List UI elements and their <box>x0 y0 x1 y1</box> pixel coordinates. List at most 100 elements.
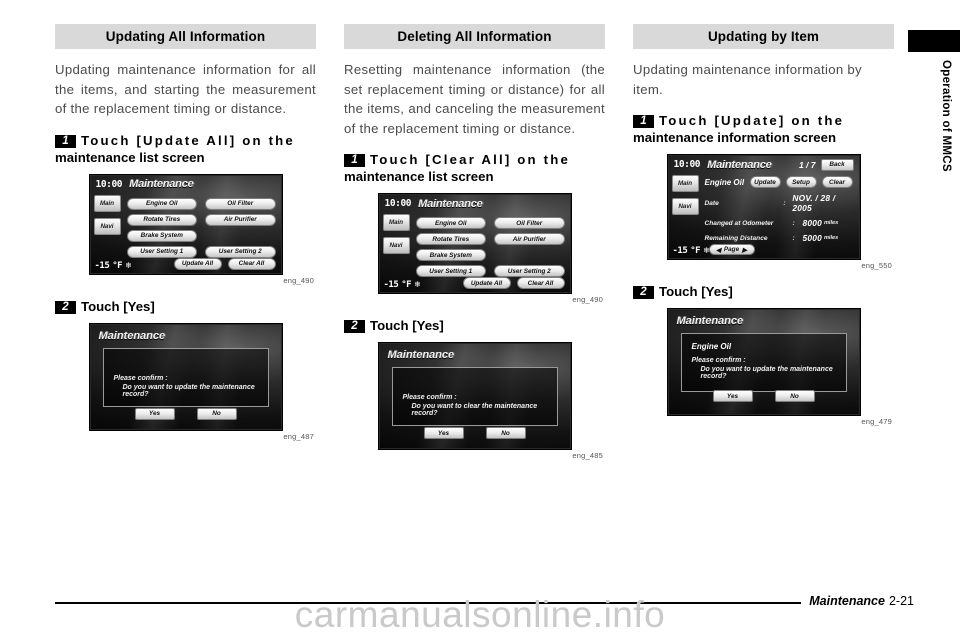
step-text-line2: maintenance list screen <box>55 149 205 165</box>
back-button[interactable]: Back <box>820 158 854 171</box>
maintenance-item-grid: Engine Oil Oil Filter Rotate Tires Air P… <box>126 197 276 258</box>
dialog-item-name: Engine Oil <box>691 342 732 351</box>
dialog-buttons: Yes No <box>692 390 836 402</box>
nav-screen-list[interactable]: 10:00 Maintenance Main Navi Engine Oil O… <box>89 174 282 274</box>
rail-button-main[interactable]: Main <box>93 194 121 212</box>
clear-button[interactable]: Clear <box>821 176 853 188</box>
clear-all-button[interactable]: Clear All <box>516 277 565 289</box>
list-item[interactable]: Oil Filter <box>205 197 276 210</box>
grid-spacer <box>205 230 276 242</box>
maintenance-item-grid: Engine Oil Oil Filter Rotate Tires Air P… <box>415 217 565 277</box>
step-text-line1: Touch [Update] on the <box>659 113 845 128</box>
temperature-unit: °F <box>112 260 123 271</box>
figure-maintenance-list: 10:00 Maintenance Main Navi Engine Oil O… <box>344 194 605 304</box>
figure-caption: eng_485 <box>572 451 603 460</box>
no-button[interactable]: No <box>196 407 237 420</box>
figure-caption: eng_479 <box>861 417 892 426</box>
dialog-box: Please confirm : Do you want to clear th… <box>391 367 558 439</box>
list-item[interactable]: Engine Oil <box>415 217 486 229</box>
list-item[interactable]: Air Purifier <box>205 213 276 226</box>
list-item[interactable]: User Setting 2 <box>494 265 565 277</box>
info-row-colon: : <box>792 219 795 227</box>
temperature-unit: °F <box>401 280 412 290</box>
no-button[interactable]: No <box>485 427 526 439</box>
list-item[interactable]: Engine Oil <box>126 197 197 210</box>
column-updating-all-information: Updating All Information Updating mainte… <box>55 24 316 460</box>
confirm-line-2: Do you want to update the maintenance re… <box>122 383 255 398</box>
nav-side-rail: Main Navi <box>671 175 699 221</box>
figure-maintenance-info: 10:00 Maintenance 1 / 7 Back Main Navi E… <box>633 155 894 270</box>
nav-screen-dialog[interactable]: Maintenance Please confirm : Do you want… <box>89 323 282 430</box>
rail-button-navi[interactable]: Navi <box>93 217 121 235</box>
info-action-buttons: Update Setup Clear <box>749 176 853 188</box>
info-row: Changed at Odometer : 8000 miles <box>705 218 853 228</box>
no-button[interactable]: No <box>774 390 815 402</box>
yes-button[interactable]: Yes <box>423 427 464 439</box>
list-item[interactable]: User Setting 2 <box>205 245 276 258</box>
figure-confirm-dialog: Maintenance Engine Oil Please confirm : … <box>633 309 894 426</box>
section-heading: Updating All Information <box>55 24 316 49</box>
step-2: 2 Touch [Yes] <box>55 298 316 315</box>
info-row-label: Changed at Odometer <box>704 219 774 227</box>
list-item[interactable]: Rotate Tires <box>415 233 486 245</box>
nav-status-bar: 10:00 Maintenance 1 / 7 Back <box>669 156 859 173</box>
list-item[interactable]: Air Purifier <box>494 233 565 245</box>
temperature-display: -15 °F ❄ <box>673 246 710 256</box>
update-all-button[interactable]: Update All <box>173 257 222 270</box>
info-item-name: Engine Oil <box>704 177 745 187</box>
info-row: Date : NOV. / 28 / 2005 <box>705 193 853 213</box>
snowflake-icon: ❄ <box>125 260 132 270</box>
confirm-line-2: Do you want to update the maintenance re… <box>700 366 833 380</box>
rail-button-main[interactable]: Main <box>382 214 410 231</box>
column-deleting-all-information: Deleting All Information Resetting maint… <box>344 24 605 460</box>
figure-confirm-dialog: Maintenance Please confirm : Do you want… <box>344 343 605 460</box>
list-item[interactable]: User Setting 1 <box>415 265 486 277</box>
list-item[interactable]: Brake System <box>415 249 486 261</box>
confirm-line-2: Do you want to clear the maintenance rec… <box>411 403 538 417</box>
list-item[interactable]: Brake System <box>126 229 197 242</box>
dialog-screen-title: Maintenance <box>676 315 744 327</box>
nav-screen-dialog[interactable]: Maintenance Please confirm : Do you want… <box>378 343 571 449</box>
figure-confirm-dialog: Maintenance Please confirm : Do you want… <box>55 323 316 441</box>
dialog-box: Engine Oil Please confirm : Do you want … <box>680 333 847 402</box>
page-indicator: 1 / 7 <box>798 159 816 170</box>
info-row: Remaining Distance : 5000 miles <box>705 233 853 243</box>
section-paragraph: Resetting maintenance information (the s… <box>344 62 605 136</box>
section-paragraph: Updating maintenance information for all… <box>55 62 316 116</box>
setup-button[interactable]: Setup <box>785 176 817 188</box>
content-columns: Updating All Information Updating mainte… <box>55 24 895 460</box>
section-heading: Deleting All Information <box>344 24 605 49</box>
nav-screen-info[interactable]: 10:00 Maintenance 1 / 7 Back Main Navi E… <box>667 155 860 259</box>
step-text-line2: maintenance information screen <box>633 130 836 145</box>
section-heading: Updating by Item <box>633 24 894 49</box>
nav-screen-list[interactable]: 10:00 Maintenance Main Navi Engine Oil O… <box>378 194 571 293</box>
list-action-buttons: Update All Clear All <box>173 257 276 270</box>
figure-maintenance-list: 10:00 Maintenance Main Navi Engine Oil O… <box>55 174 316 285</box>
rail-button-main[interactable]: Main <box>671 175 699 192</box>
chapter-tab-marker <box>908 30 960 52</box>
update-all-button[interactable]: Update All <box>462 277 511 289</box>
update-button[interactable]: Update <box>749 176 781 188</box>
clear-all-button[interactable]: Clear All <box>227 257 276 270</box>
maintenance-info-body: Engine Oil Update Setup Clear Date : NOV… <box>705 176 853 243</box>
rail-button-navi[interactable]: Navi <box>671 198 699 215</box>
chapter-label: Operation of MMCS <box>940 60 952 172</box>
info-header-row: Engine Oil Update Setup Clear <box>705 176 853 188</box>
list-item[interactable]: Rotate Tires <box>126 213 197 226</box>
section-paragraph: Updating maintenance information by item… <box>633 62 862 97</box>
list-item[interactable]: User Setting 1 <box>126 245 197 258</box>
yes-button[interactable]: Yes <box>134 407 175 420</box>
step-text-line1: Touch [Update All] on the <box>81 132 295 148</box>
yes-button[interactable]: Yes <box>712 390 753 402</box>
nav-screen-title: Maintenance <box>707 158 772 171</box>
step-2: 2 Touch [Yes] <box>633 283 894 300</box>
list-item[interactable]: Oil Filter <box>494 217 565 229</box>
step-text-line1: Touch [Yes] <box>370 318 444 333</box>
dialog-buttons: Yes No <box>114 407 258 420</box>
step-number: 2 <box>633 286 654 299</box>
step-text-line1: Touch [Yes] <box>659 284 733 299</box>
rail-button-navi[interactable]: Navi <box>382 237 410 254</box>
step-number: 2 <box>55 300 76 314</box>
nav-screen-dialog[interactable]: Maintenance Engine Oil Please confirm : … <box>667 309 860 415</box>
page-button[interactable]: ◀ Page ▶ <box>708 244 755 255</box>
